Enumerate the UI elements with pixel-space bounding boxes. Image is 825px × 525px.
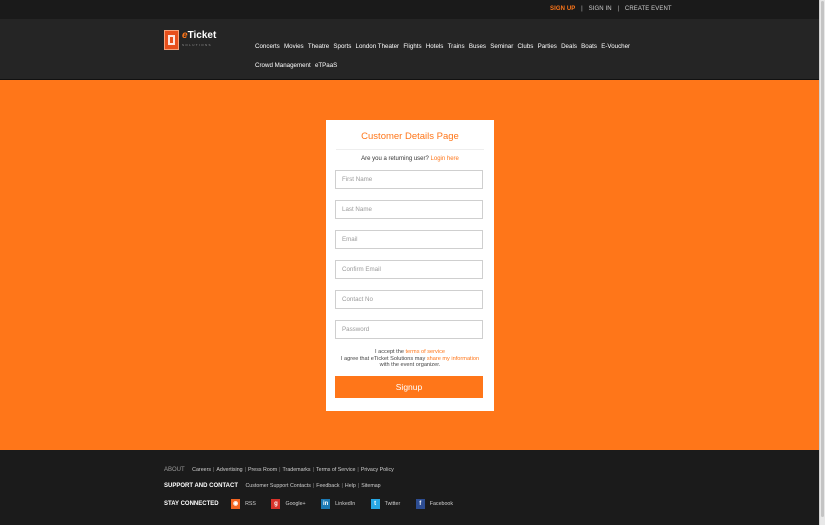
sign-up-link[interactable]: SIGN UP <box>550 6 575 12</box>
customer-details-card: Customer Details Page Are you a returnin… <box>326 120 494 411</box>
returning-user-text: Are you a returning user? <box>361 156 429 162</box>
separator: | <box>312 483 315 489</box>
terms-link[interactable]: Terms of Service <box>316 467 355 473</box>
site-header: eTicket SOLUTIONS Concerts Movies Theatr… <box>0 19 819 80</box>
organizer-text: with the event organizer. <box>379 362 441 369</box>
google-plus-icon: g <box>271 499 281 509</box>
rss-link[interactable]: ◉ RSS <box>231 499 256 509</box>
twitter-icon: t <box>370 499 380 509</box>
press-room-link[interactable]: Press Room <box>248 467 277 473</box>
logo-mark-icon <box>164 30 179 50</box>
password-field[interactable] <box>335 320 483 339</box>
nav-item-crowd-management[interactable]: Crowd Management <box>255 56 311 75</box>
nav-item-movies[interactable]: Movies <box>284 37 304 56</box>
account-links: SIGN UP | SIGN IN | CREATE EVENT <box>550 6 672 12</box>
trademarks-link[interactable]: Trademarks <box>283 467 311 473</box>
stay-connected-heading: STAY CONNECTED <box>164 501 219 508</box>
contact-number-field[interactable] <box>335 290 483 309</box>
linkedin-link[interactable]: in LinkedIn <box>321 499 355 509</box>
site-footer: ABOUT Careers | Advertising | Press Room | Tra… <box>0 450 819 525</box>
nav-item-etpaas[interactable]: eTPaaS <box>315 56 337 75</box>
returning-user-prompt: Are you a returning user? Login here <box>326 156 494 162</box>
email-field[interactable] <box>335 230 483 249</box>
nav-item-e-voucher[interactable]: E-Voucher <box>601 37 630 56</box>
page-scrollbar[interactable] <box>819 0 825 525</box>
about-heading: ABOUT <box>164 467 185 473</box>
top-bar: SIGN UP | SIGN IN | CREATE EVENT <box>0 0 819 19</box>
nav-item-clubs[interactable]: Clubs <box>518 37 534 56</box>
nav-item-hotels[interactable]: Hotels <box>426 37 444 56</box>
signup-button[interactable]: Signup <box>335 376 483 398</box>
separator: | <box>357 483 360 489</box>
google-plus-label: Google+ <box>285 501 306 507</box>
main-nav: Concerts Movies Theatre Sports London Th… <box>255 37 645 75</box>
nav-item-buses[interactable]: Buses <box>469 37 486 56</box>
nav-item-boats[interactable]: Boats <box>581 37 597 56</box>
nav-item-concerts[interactable]: Concerts <box>255 37 280 56</box>
twitter-link[interactable]: t Twitter <box>370 499 401 509</box>
nav-item-trains[interactable]: Trains <box>448 37 465 56</box>
nav-item-deals[interactable]: Deals <box>561 37 577 56</box>
nav-item-theatre[interactable]: Theatre <box>308 37 329 56</box>
separator: | <box>617 6 620 12</box>
eticket-logo[interactable]: eTicket SOLUTIONS <box>164 30 217 52</box>
facebook-label: Facebook <box>429 501 453 507</box>
google-plus-link[interactable]: g Google+ <box>271 499 306 509</box>
create-event-link[interactable]: CREATE EVENT <box>625 6 672 12</box>
separator: | <box>244 467 246 473</box>
scrollbar-thumb[interactable] <box>821 1 824 517</box>
twitter-label: Twitter <box>384 501 401 507</box>
login-link[interactable]: Login here <box>431 156 459 162</box>
nav-item-sports[interactable]: Sports <box>333 37 351 56</box>
facebook-link[interactable]: f Facebook <box>415 499 453 509</box>
logo-wordmark: eTicket <box>182 30 217 41</box>
last-name-field[interactable] <box>335 200 483 219</box>
confirm-email-field[interactable] <box>335 260 483 279</box>
privacy-policy-link[interactable]: Privacy Policy <box>361 467 394 473</box>
customer-support-link[interactable]: Customer Support Contacts <box>245 483 310 489</box>
footer-support-row: SUPPORT AND CONTACT Customer Support Con… <box>164 483 381 489</box>
nav-item-parties[interactable]: Parties <box>538 37 557 56</box>
rss-label: RSS <box>245 501 256 507</box>
advertising-link[interactable]: Advertising <box>216 467 242 473</box>
careers-link[interactable]: Careers <box>192 467 211 473</box>
logo-tagline: SOLUTIONS <box>182 43 212 47</box>
footer-about-row: ABOUT Careers | Advertising | Press Room | Tra… <box>164 467 394 473</box>
feedback-link[interactable]: Feedback <box>316 483 339 489</box>
separator: | <box>341 483 343 489</box>
footer-social-row: STAY CONNECTED ◉ RSS g Google+ in LinkedIn … <box>164 499 467 509</box>
divider <box>336 149 484 150</box>
terms-accept-text: I accept the <box>375 349 404 355</box>
separator: | <box>581 6 583 12</box>
page-title: Customer Details Page <box>361 131 459 142</box>
separator: | <box>279 467 281 473</box>
share-consent-text: I agree that eTicket Solutions may <box>340 355 426 362</box>
nav-item-flights[interactable]: Flights <box>403 37 421 56</box>
help-link[interactable]: Help <box>345 483 356 489</box>
first-name-field[interactable] <box>335 170 483 189</box>
support-heading: SUPPORT AND CONTACT <box>164 483 238 489</box>
terms-notice: I accept the terms of service I agree th… <box>326 349 494 369</box>
rss-icon: ◉ <box>231 499 241 509</box>
nav-item-seminar[interactable]: Seminar <box>490 37 513 56</box>
linkedin-icon: in <box>321 499 331 509</box>
separator: | <box>312 467 314 473</box>
linkedin-label: LinkedIn <box>335 501 356 507</box>
sitemap-link[interactable]: Sitemap <box>361 483 380 489</box>
separator: | <box>213 467 215 473</box>
share-information-link[interactable]: share my information <box>427 356 479 362</box>
terms-of-service-link[interactable]: terms of service <box>406 349 445 355</box>
facebook-icon: f <box>415 499 425 509</box>
sign-in-link[interactable]: SIGN IN <box>589 6 612 12</box>
nav-item-london-theater[interactable]: London Theater <box>356 37 400 56</box>
separator: | <box>357 467 359 473</box>
